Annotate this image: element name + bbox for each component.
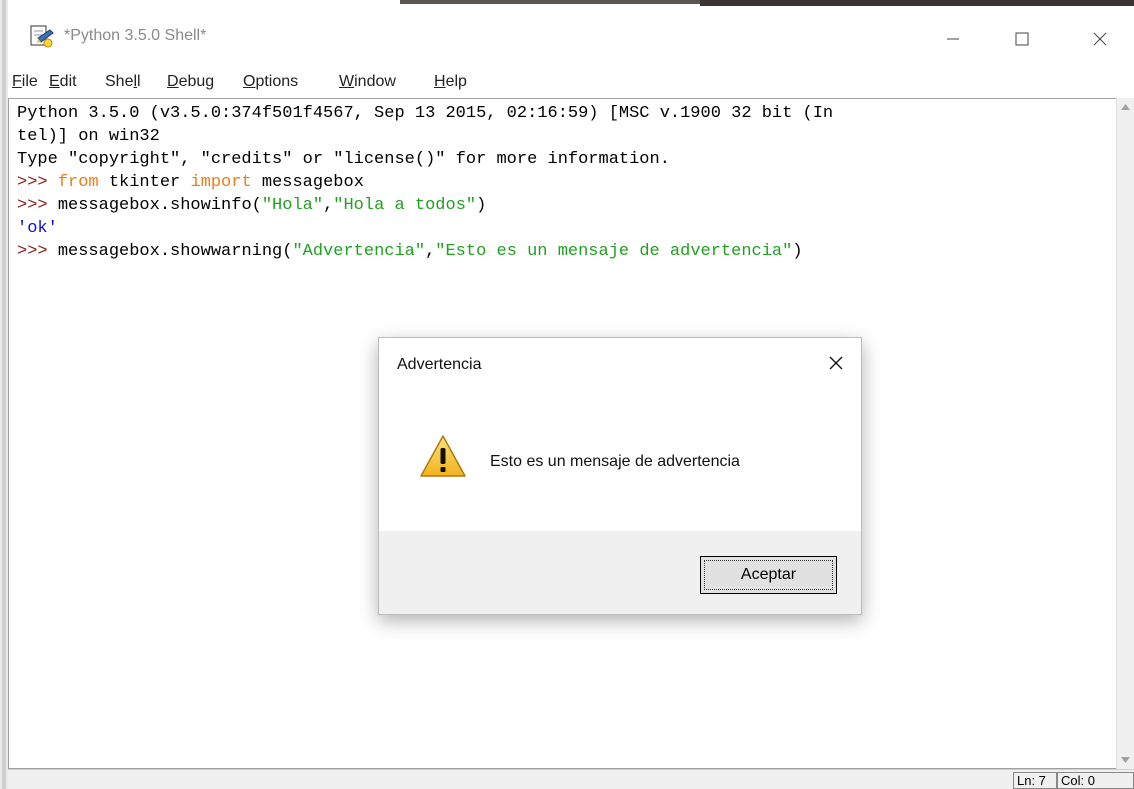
focus-ring [704, 560, 833, 590]
vertical-scrollbar[interactable] [1116, 98, 1134, 769]
menu-bar: File Edit Shell Debug Options Window Hel… [8, 64, 1134, 94]
status-bar: Ln: 7 Col: 0 [8, 769, 1134, 789]
menu-file[interactable]: File [12, 73, 38, 91]
shell-line: >>> messagebox.showwarning("Advertencia"… [17, 242, 803, 261]
close-icon [1093, 32, 1107, 46]
shell-line: tel)] on win32 [17, 127, 160, 146]
shell-line: Python 3.5.0 (v3.5.0:374f501f4567, Sep 1… [17, 104, 834, 123]
menu-help[interactable]: Help [434, 73, 467, 91]
shell-line: >>> messagebox.showinfo("Hola","Hola a t… [17, 196, 487, 215]
arrow-up-icon [1121, 104, 1130, 110]
warning-dialog: Advertencia Esto es un mensaje de advert… [378, 337, 862, 615]
status-column-number: Col: 0 [1057, 772, 1134, 789]
desktop-edge [0, 0, 8, 789]
menu-window[interactable]: Window [339, 73, 396, 91]
shell-prompt: >>> [17, 242, 58, 261]
dialog-title: Advertencia [397, 356, 482, 373]
shell-line: Type "copyright", "credits" or "license(… [17, 150, 670, 169]
accept-button[interactable]: Aceptar [700, 556, 837, 594]
dialog-close-button[interactable] [823, 350, 849, 376]
status-line-number: Ln: 7 [1013, 772, 1057, 789]
warning-icon [420, 435, 466, 477]
arrow-down-icon [1121, 757, 1130, 763]
dialog-message: Esto es un mensaje de advertencia [490, 453, 740, 470]
shell-line: >>> from tkinter import messagebox [17, 173, 364, 192]
shell-prompt: >>> [17, 196, 58, 215]
scroll-up-button[interactable] [1117, 98, 1134, 116]
window-close-button[interactable] [1077, 18, 1123, 60]
idle-python-icon [30, 25, 54, 48]
maximize-icon [1015, 32, 1029, 46]
menu-edit[interactable]: Edit [49, 73, 77, 91]
minimize-icon [947, 38, 959, 40]
shell-prompt: >>> [17, 173, 58, 192]
menu-debug[interactable]: Debug [167, 73, 214, 91]
shell-output-line: 'ok' [17, 219, 58, 238]
window-title: *Python 3.5.0 Shell* [64, 27, 207, 44]
desktop-background-strip-dark [700, 0, 1134, 6]
menu-shell[interactable]: Shell [105, 73, 141, 91]
minimize-button[interactable] [930, 18, 976, 60]
maximize-button[interactable] [999, 18, 1045, 60]
menu-options[interactable]: Options [243, 73, 298, 91]
title-bar[interactable]: *Python 3.5.0 Shell* [8, 8, 1134, 60]
close-icon [829, 356, 843, 370]
scroll-down-button[interactable] [1117, 751, 1134, 769]
